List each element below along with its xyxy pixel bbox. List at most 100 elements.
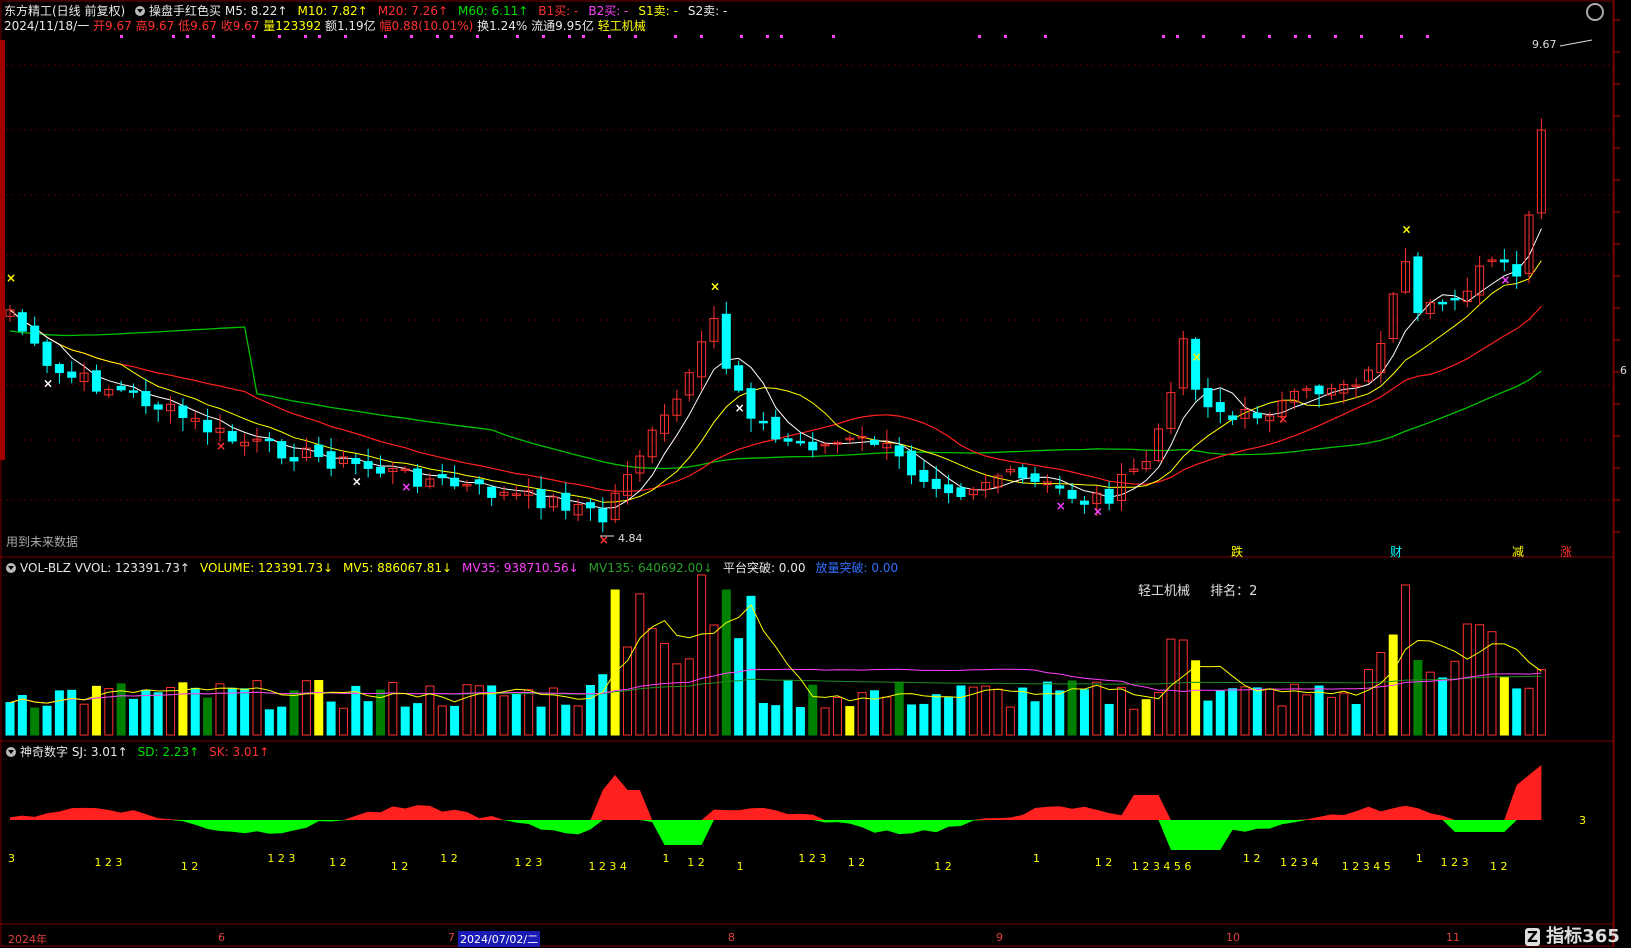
volume-dropdown-icon[interactable]: [6, 563, 16, 573]
bar-amount: 额1.19亿: [324, 19, 376, 33]
volume-bar: [1438, 677, 1448, 736]
sector-name[interactable]: 轻工机械: [598, 19, 646, 33]
volume-bar: [215, 683, 225, 736]
signal-dot: [978, 35, 981, 38]
chart-canvas[interactable]: × × × × × × × × × × × × × × 3 1 2 3 1 2 1 2 3 1 2 1 2 1 2 1 2…: [0, 0, 1631, 947]
rank-display: 轻工机械 排名：2: [1138, 580, 1257, 599]
candle-body: [1030, 473, 1040, 482]
signal-marker: ×: [216, 439, 226, 453]
settings-circle-icon[interactable]: [1586, 3, 1604, 21]
candle-body: [561, 492, 571, 511]
volume-bar: [894, 681, 904, 736]
volume-bar: [870, 690, 879, 736]
x-label-jun: 6: [218, 931, 225, 944]
ma20-line: [9, 305, 1542, 492]
indicator-dropdown-icon[interactable]: [135, 6, 146, 16]
candle-body: [1018, 467, 1028, 479]
volume-bar: [499, 695, 509, 736]
candle-body: [585, 502, 595, 509]
signal-dot: [476, 35, 479, 38]
volume-bar: [1018, 687, 1028, 736]
volume-bar: [1129, 708, 1139, 736]
signal-dot: [1004, 35, 1007, 38]
volume-bar: [746, 595, 756, 736]
rank-sector: 轻工机械: [1138, 584, 1191, 599]
volume-bar: [1030, 701, 1040, 736]
logo-mark: Z: [1525, 928, 1540, 946]
volume-bar: [684, 658, 694, 736]
volume-bar: [647, 628, 657, 736]
signal-dot: [278, 35, 281, 38]
ma-value-0: M5: 8.22↑: [224, 4, 288, 18]
ma-value-2: M20: 7.26↑: [377, 4, 449, 18]
signal-dot: [186, 35, 189, 38]
signal-dot: [304, 35, 307, 38]
volume-bar: [1475, 624, 1485, 736]
volume-bar: [783, 680, 793, 736]
volume-bar: [771, 705, 781, 736]
osc-count-label: 1 2 3: [514, 856, 542, 869]
volume-bar: [536, 706, 546, 736]
candle-body: [487, 486, 497, 498]
candle-body: [1450, 297, 1460, 301]
signal-marker: ×: [1402, 223, 1412, 237]
volume-bar: [573, 705, 583, 736]
candle-body: [1499, 259, 1509, 263]
event-tag-cai[interactable]: 财: [1390, 543, 1402, 560]
volume-bar: [1141, 699, 1151, 736]
indicator-name[interactable]: 操盘手红色买: [149, 4, 221, 18]
left-scrollbar: [0, 40, 5, 460]
candle-body: [919, 469, 929, 482]
osc-count-label: 1 2: [1095, 856, 1113, 869]
ma-values: M5: 8.22↑ M10: 7.82↑ M20: 7.26↑ M60: 6.11↑ B…: [225, 4, 737, 18]
event-tag-jian[interactable]: 减: [1512, 543, 1524, 560]
volume-bar: [795, 707, 805, 736]
candle-body: [1055, 485, 1065, 489]
volume-indicator-name[interactable]: VOL-BLZ: [20, 561, 71, 575]
signal-dot: [634, 35, 637, 38]
volume-bar: [635, 593, 645, 736]
candle-body: [129, 390, 138, 393]
rank-label: 排名：: [1210, 584, 1250, 599]
bar-open: 开9.67: [93, 19, 132, 33]
volume-bar: [141, 689, 151, 736]
volume-bar: [264, 709, 274, 736]
volume-bar: [338, 707, 348, 736]
event-tag-die[interactable]: 跌: [1231, 543, 1243, 560]
signal-dot: [1268, 35, 1271, 38]
volume-bar: [203, 697, 213, 736]
candle-body: [437, 474, 447, 479]
volume-bar: [1191, 660, 1201, 736]
signal-dot: [1044, 35, 1047, 38]
volume-bar: [1228, 688, 1238, 736]
vol-value-4: MV135: 640692.00↓: [588, 561, 713, 575]
signal-dot: [212, 35, 215, 38]
candle-body: [758, 420, 768, 424]
event-tag-zhang[interactable]: 涨: [1560, 543, 1572, 560]
volume-bar: [1042, 681, 1052, 736]
volume-bar: [1413, 659, 1423, 736]
volume-bar: [1401, 584, 1411, 736]
low-price-label: 4.84: [618, 532, 643, 545]
signal-dot: [120, 35, 123, 38]
ma-value-5: B2买: -: [588, 4, 629, 18]
candle-body: [67, 371, 77, 378]
volume-bar: [1215, 690, 1225, 736]
osc-end-value: 3: [1579, 814, 1586, 827]
price-header: 东方精工(日线 前复权) 操盘手红色买 M5: 8.22↑ M10: 7.82↑ M…: [4, 4, 737, 18]
signal-dot: [608, 35, 611, 38]
osc-count-label: 1 2 3 4: [1280, 856, 1318, 869]
vol-value-2: MV5: 886067.81↓: [343, 561, 453, 575]
volume-bar: [1166, 638, 1176, 736]
osc-dropdown-icon[interactable]: [6, 747, 16, 757]
candle-body: [413, 468, 423, 487]
candle-body: [264, 438, 274, 442]
osc-indicator-name[interactable]: 神奇数字: [20, 745, 68, 759]
signal-marker: ×: [352, 475, 362, 489]
signal-dot: [410, 35, 413, 38]
candle-body: [1203, 388, 1213, 408]
volume-bar: [104, 688, 114, 736]
signal-dot: [1294, 35, 1297, 38]
signal-dot: [1162, 35, 1165, 38]
candle-body: [931, 478, 941, 489]
